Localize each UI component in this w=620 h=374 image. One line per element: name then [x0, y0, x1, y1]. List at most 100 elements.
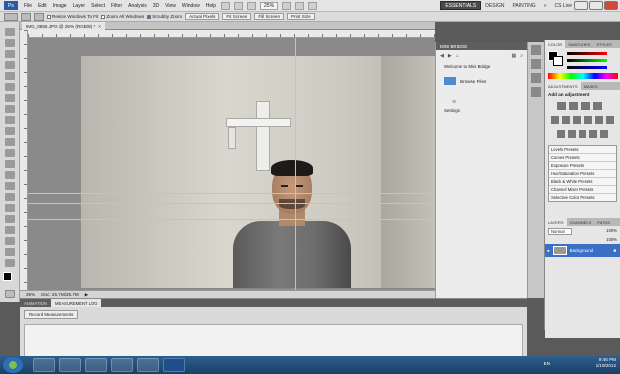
color-balance-icon[interactable] [573, 116, 581, 124]
zoom-all-checkbox[interactable]: Zoom All Windows [101, 14, 144, 19]
preset-curves[interactable]: Curves Presets [549, 154, 616, 162]
taskbar-firefox-icon[interactable] [85, 358, 107, 372]
lasso-tool-icon[interactable] [5, 50, 15, 58]
zoom-out-icon[interactable] [34, 12, 44, 21]
menu-view[interactable]: View [162, 3, 179, 9]
workspace-design[interactable]: DESIGN [481, 1, 508, 10]
shape-tool-icon[interactable] [5, 215, 15, 223]
preset-channel-mixer[interactable]: Channel Mixer Presets [549, 186, 616, 194]
preset-exposure[interactable]: Exposure Presets [549, 162, 616, 170]
back-icon[interactable]: ◀ [440, 53, 444, 59]
dodge-tool-icon[interactable] [5, 171, 15, 179]
menu-file[interactable]: File [21, 3, 35, 9]
taskbar-app-icon[interactable] [137, 358, 159, 372]
photo-filter-icon[interactable] [595, 116, 603, 124]
taskbar-media-icon[interactable] [59, 358, 81, 372]
color-bg-swatch[interactable] [553, 56, 563, 66]
menu-select[interactable]: Select [88, 3, 108, 9]
menu-image[interactable]: Image [50, 3, 70, 9]
taskbar-photoshop-icon[interactable] [163, 358, 185, 372]
view-icon[interactable]: ▦ [511, 53, 516, 59]
tab-swatches[interactable]: SWATCHES [565, 40, 593, 48]
tab-paths[interactable]: PATHS [594, 218, 613, 226]
brush-tool-icon[interactable] [5, 105, 15, 113]
actions-panel-icon[interactable] [531, 59, 541, 69]
document-tab[interactable]: IMG_0855.JPG @ 25% (RGB/8) * × [22, 22, 105, 30]
path-select-tool-icon[interactable] [5, 204, 15, 212]
vibrance-icon[interactable] [551, 116, 559, 124]
canvas-area[interactable] [28, 38, 435, 290]
status-arrow-icon[interactable]: ▶ [85, 292, 89, 298]
forward-icon[interactable]: ▶ [448, 53, 452, 59]
menu-layer[interactable]: Layer [70, 3, 89, 9]
posterize-icon[interactable] [567, 130, 576, 138]
menu-filter[interactable]: Filter [108, 3, 125, 9]
gradient-map-icon[interactable] [589, 130, 598, 138]
tab-styles[interactable]: STYLES [593, 40, 614, 48]
extras-button-icon[interactable] [247, 1, 257, 10]
print-size-button[interactable]: Print Size [287, 13, 315, 20]
quick-select-tool-icon[interactable] [5, 61, 15, 69]
healing-tool-icon[interactable] [5, 94, 15, 102]
hand-tool-icon[interactable] [5, 248, 15, 256]
workspace-painting[interactable]: PAINTING [508, 1, 539, 10]
blur-tool-icon[interactable] [5, 160, 15, 168]
type-tool-icon[interactable] [5, 193, 15, 201]
menu-window[interactable]: Window [179, 3, 203, 9]
zoom-in-icon[interactable] [21, 12, 31, 21]
exposure-icon[interactable] [593, 102, 602, 110]
settings-label[interactable]: Settings [436, 108, 527, 113]
foreground-color-swatch[interactable] [3, 272, 12, 281]
scrubby-zoom-checkbox[interactable]: Scrubby Zoom [147, 14, 182, 19]
brightness-icon[interactable] [557, 102, 566, 110]
pen-tool-icon[interactable] [5, 182, 15, 190]
channel-mixer-icon[interactable] [606, 116, 614, 124]
minibridge-button-icon[interactable] [234, 1, 244, 10]
menu-3d[interactable]: 3D [150, 3, 162, 9]
vertical-guide[interactable] [295, 38, 296, 290]
tab-color[interactable]: COLOR [545, 40, 566, 48]
bridge-button-icon[interactable] [221, 1, 231, 10]
menu-analysis[interactable]: Analysis [125, 3, 150, 9]
eraser-tool-icon[interactable] [5, 138, 15, 146]
status-zoom[interactable]: 25% [26, 292, 35, 297]
taskbar-explorer-icon[interactable] [33, 358, 55, 372]
horizontal-guide-2[interactable] [28, 203, 435, 204]
screen-mode-icon[interactable] [308, 1, 318, 10]
workspace-more[interactable]: » [540, 1, 551, 10]
black-white-icon[interactable] [584, 116, 592, 124]
preset-black-white[interactable]: Black & White Presets [549, 178, 616, 186]
blue-slider[interactable] [567, 66, 607, 69]
home-icon[interactable]: ⌂ [456, 53, 459, 59]
eyedropper-tool-icon[interactable] [5, 83, 15, 91]
photo-image[interactable] [81, 56, 435, 288]
tab-adjustments[interactable]: ADJUSTMENTS [545, 82, 581, 90]
horizontal-guide-3[interactable] [28, 219, 435, 220]
invert-icon[interactable] [557, 130, 565, 138]
settings-icon[interactable]: ≡ [436, 91, 527, 108]
menu-help[interactable]: Help [203, 3, 219, 9]
navigator-panel-icon[interactable] [531, 87, 541, 97]
tab-masks[interactable]: MASKS [581, 82, 601, 90]
move-tool-icon[interactable] [5, 28, 15, 36]
minimize-icon[interactable] [574, 1, 588, 10]
close-icon[interactable] [604, 1, 618, 10]
zoom-tool-icon[interactable] [4, 12, 18, 21]
preset-selective-color[interactable]: Selective Color Presets [549, 194, 616, 201]
zoom-tool-icon[interactable] [5, 259, 15, 267]
tab-channels[interactable]: CHANNELS [567, 218, 595, 226]
preset-hue-saturation[interactable]: Hue/Saturation Presets [549, 170, 616, 178]
quick-mask-icon[interactable] [5, 290, 15, 298]
blend-mode-select[interactable]: Normal [548, 228, 572, 235]
history-brush-tool-icon[interactable] [5, 127, 15, 135]
system-clock[interactable]: 9:46 PM 1/19/2012 [596, 357, 616, 369]
close-tab-icon[interactable]: × [98, 24, 101, 29]
arrange-documents-icon[interactable] [295, 1, 305, 10]
curves-icon[interactable] [581, 102, 590, 110]
cs-live-button[interactable]: CS Live [550, 1, 576, 10]
stamp-tool-icon[interactable] [5, 116, 15, 124]
zoom-level-select[interactable]: 25% [260, 1, 279, 10]
hue-saturation-icon[interactable] [562, 116, 570, 124]
tab-layers[interactable]: LAYERS [545, 218, 567, 226]
levels-icon[interactable] [569, 102, 578, 110]
